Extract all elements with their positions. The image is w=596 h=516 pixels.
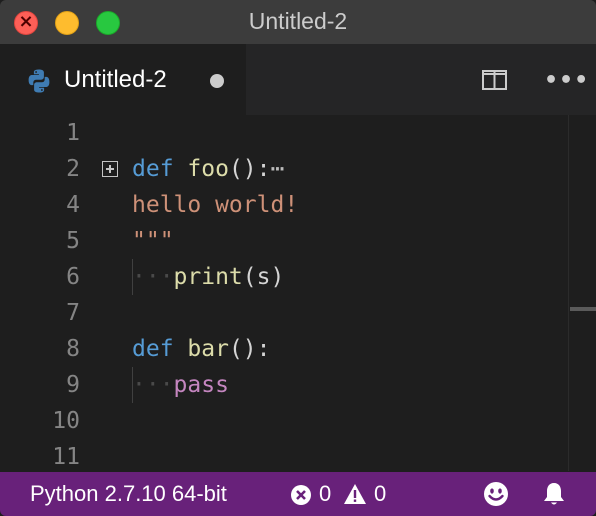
error-count[interactable]: 0 <box>319 481 331 507</box>
python-icon <box>28 69 50 93</box>
feedback-smiley-icon[interactable] <box>483 481 509 507</box>
python-interpreter-selector[interactable]: Python 2.7.10 64-bit <box>30 481 227 507</box>
line-number: 11 <box>52 444 80 470</box>
folded-ellipsis-icon[interactable]: ⋯ <box>271 156 285 182</box>
scrollbar-thumb[interactable] <box>570 307 596 311</box>
code-line: def foo():⋯ <box>132 151 284 187</box>
code-editor[interactable]: 1 2 4 5 6 7 8 9 10 11 def foo():⋯ hello … <box>0 115 596 471</box>
title-bar: Untitled-2 <box>0 0 596 44</box>
more-actions-icon[interactable]: ••• <box>544 68 588 93</box>
expand-fold-icon[interactable] <box>102 161 118 177</box>
code-line: ···print(s) <box>132 259 284 295</box>
line-number: 4 <box>66 192 80 218</box>
error-icon[interactable] <box>290 484 312 506</box>
line-number: 8 <box>66 336 80 362</box>
line-number: 9 <box>66 372 80 398</box>
function-name: foo <box>187 156 229 182</box>
tab-label: Untitled-2 <box>64 66 167 93</box>
status-bar: Python 2.7.10 64-bit 0 0 <box>0 472 596 516</box>
unsaved-dot-icon[interactable] <box>210 74 224 88</box>
string-delimiter: """ <box>132 228 174 254</box>
line-number: 6 <box>66 264 80 290</box>
warning-count[interactable]: 0 <box>374 481 386 507</box>
whitespace-dots: ··· <box>132 264 174 290</box>
line-number: 10 <box>52 408 80 434</box>
code-line: ···pass <box>132 367 229 403</box>
call-arguments: (s) <box>242 264 285 290</box>
code-line: """ <box>132 223 174 259</box>
function-name: bar <box>187 336 229 362</box>
editor-window: Untitled-2 Untitled-2 ••• 1 2 4 5 6 7 8 … <box>0 0 596 516</box>
string-text: hello world! <box>132 192 299 218</box>
tab-untitled-2[interactable]: Untitled-2 <box>0 44 246 115</box>
split-editor-icon[interactable] <box>482 70 507 90</box>
punctuation: (): <box>228 336 271 362</box>
keyword: def <box>132 156 174 182</box>
function-call: print <box>173 264 243 290</box>
line-number: 2 <box>66 156 80 182</box>
code-line: hello world! <box>132 187 298 223</box>
line-number: 7 <box>66 300 80 326</box>
control-keyword: pass <box>173 372 229 398</box>
line-number: 5 <box>66 228 80 254</box>
whitespace-dots: ··· <box>132 372 174 398</box>
code-line: def bar(): <box>132 331 271 367</box>
vertical-scrollbar[interactable] <box>568 115 569 471</box>
line-number: 1 <box>66 120 80 146</box>
notifications-bell-icon[interactable] <box>541 481 567 507</box>
tab-bar: Untitled-2 ••• <box>0 44 596 115</box>
punctuation: (): <box>228 156 271 182</box>
warning-icon[interactable] <box>343 483 367 505</box>
window-title: Untitled-2 <box>248 8 348 34</box>
keyword: def <box>132 336 174 362</box>
